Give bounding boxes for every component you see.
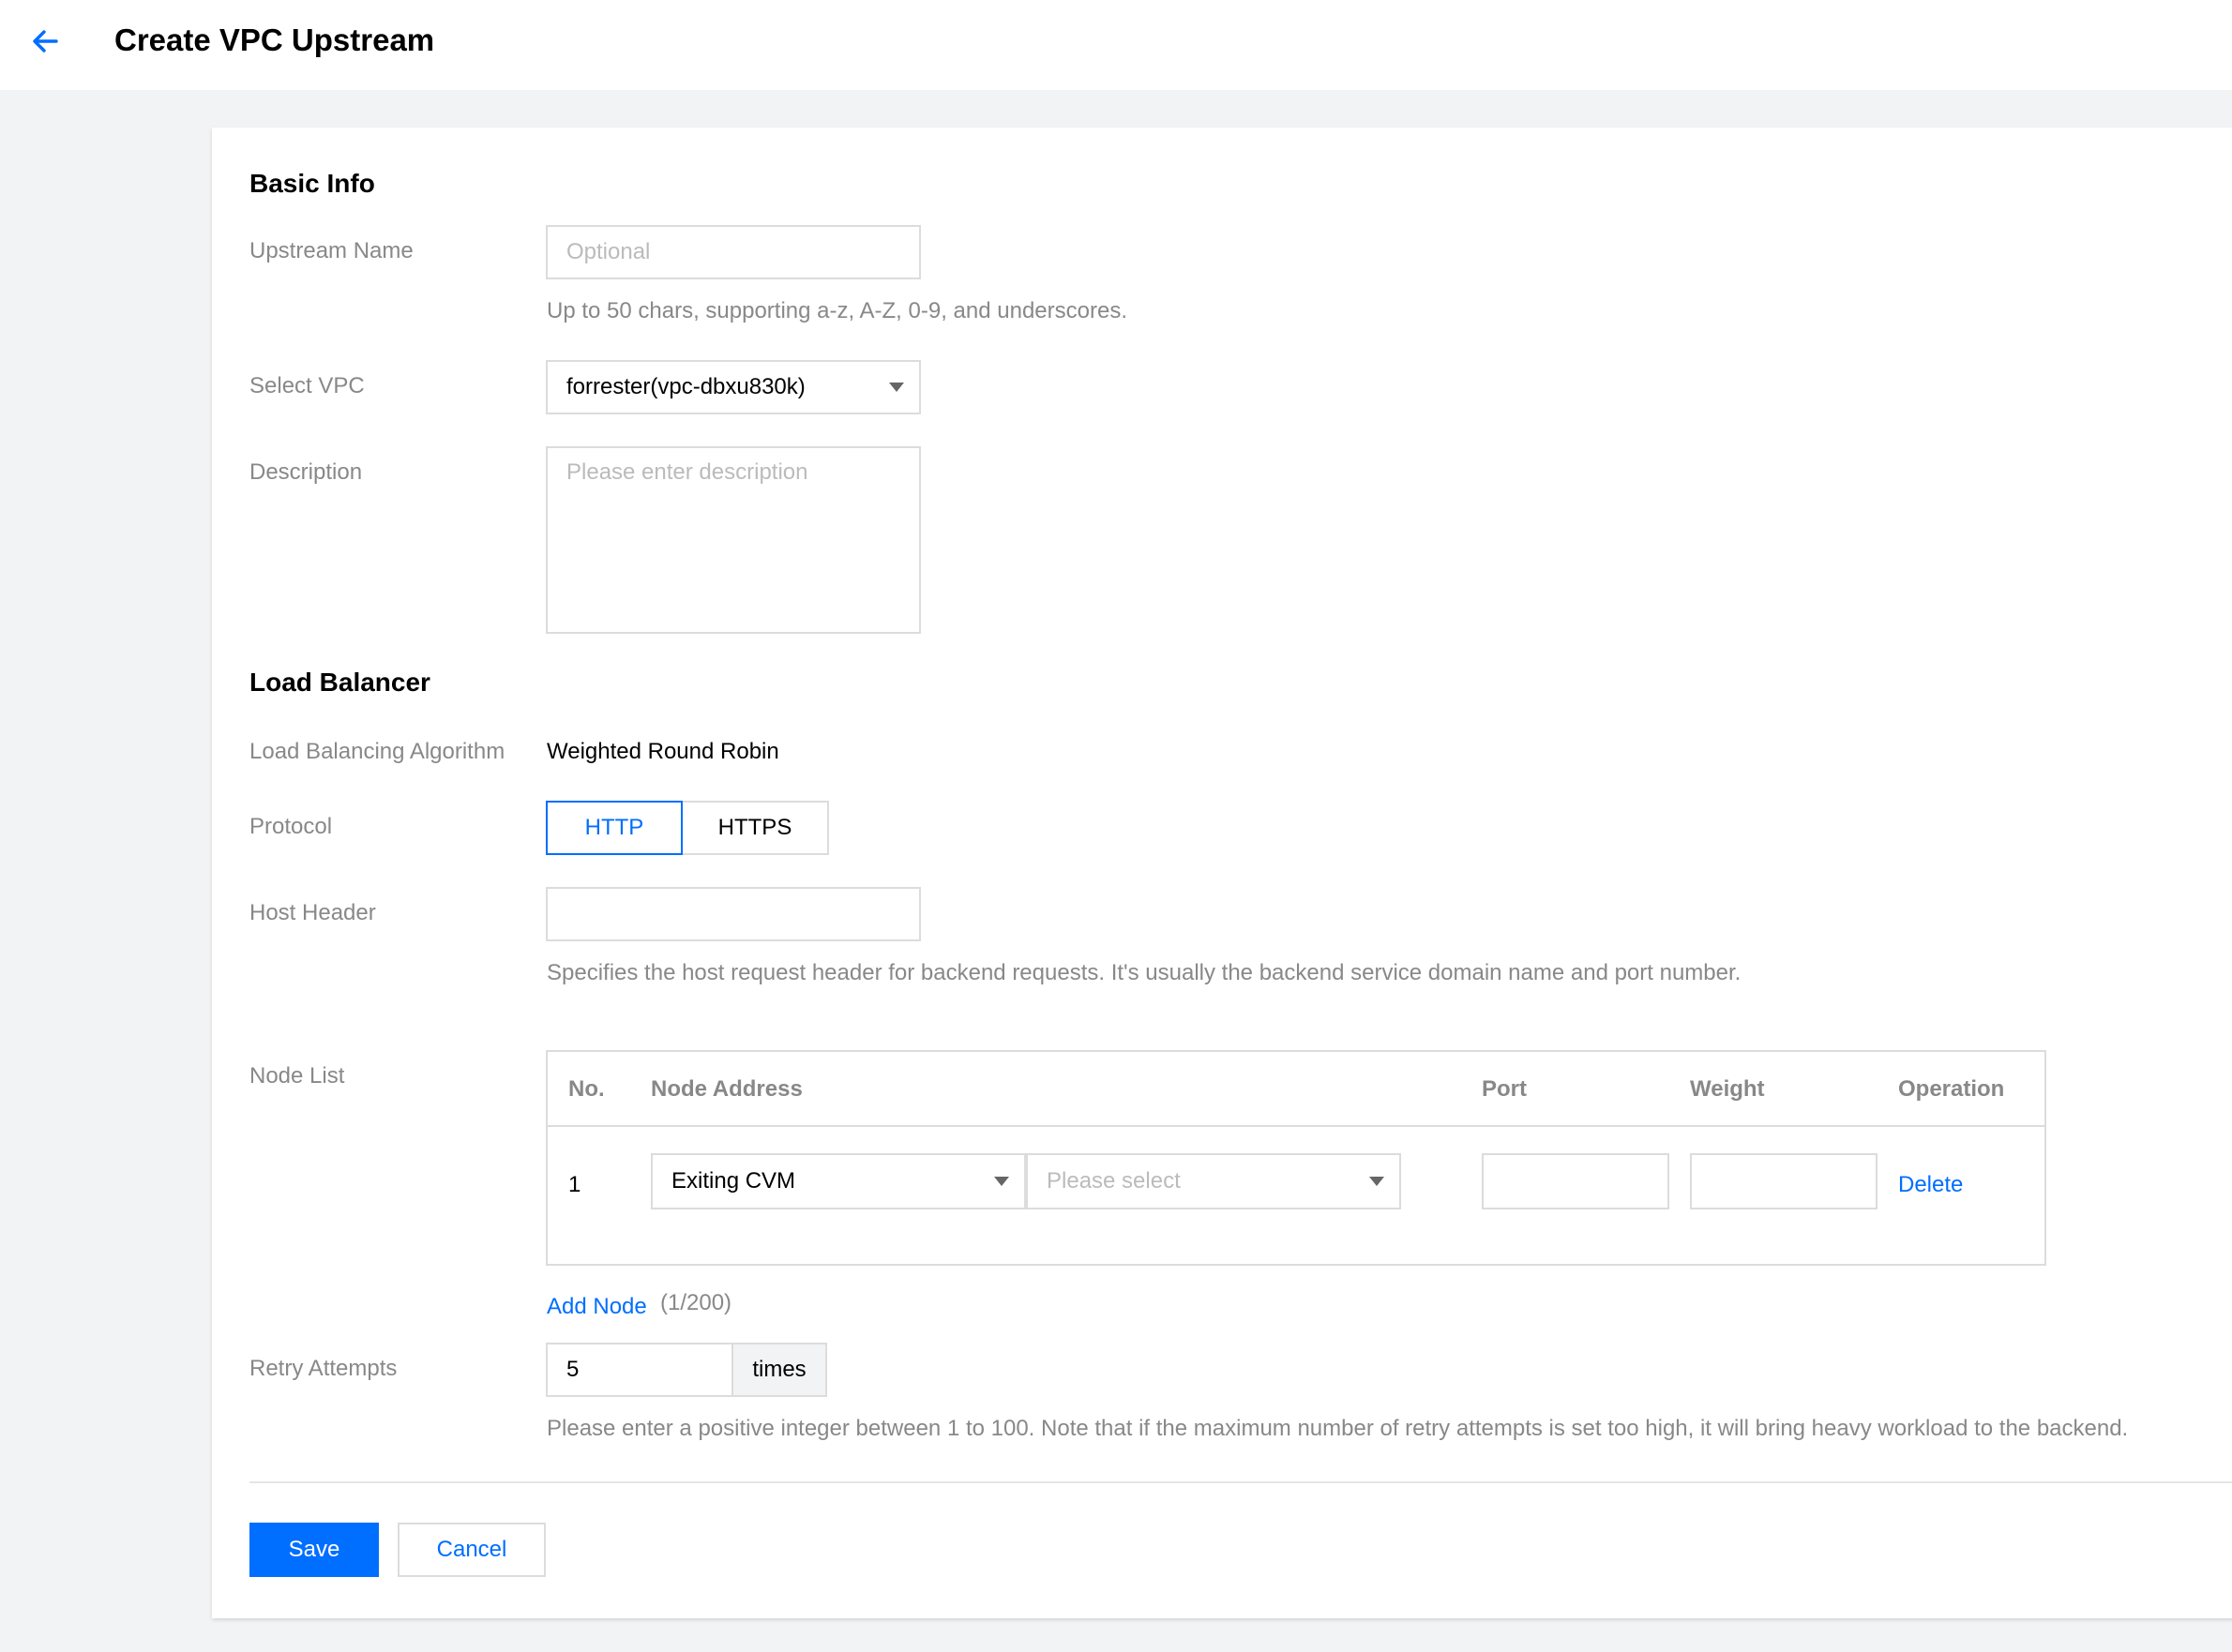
column-header-node-address: Node Address <box>651 1076 803 1102</box>
cancel-button[interactable]: Cancel <box>398 1523 546 1577</box>
protocol-option-http[interactable]: HTTP <box>546 801 683 855</box>
node-instance-placeholder: Please select <box>1047 1168 1181 1194</box>
save-button[interactable]: Save <box>249 1523 379 1577</box>
host-header-input[interactable] <box>546 887 921 941</box>
vpc-select-value: forrester(vpc-dbxu830k) <box>566 374 806 399</box>
port-input[interactable] <box>1482 1153 1669 1209</box>
node-type-value: Exiting CVM <box>671 1168 796 1194</box>
upstream-name-input[interactable] <box>546 225 921 279</box>
column-header-operation: Operation <box>1898 1076 2005 1102</box>
delete-node-link[interactable]: Delete <box>1898 1172 1963 1198</box>
protocol-option-https[interactable]: HTTPS <box>681 801 829 855</box>
protocol-label: Protocol <box>249 814 333 839</box>
node-instance-select[interactable]: Please select <box>1026 1153 1401 1209</box>
host-header-hint: Specifies the host request header for ba… <box>547 960 1742 985</box>
footer-divider <box>249 1481 2232 1483</box>
column-header-port: Port <box>1482 1076 1527 1102</box>
node-count: (1/200) <box>660 1290 732 1315</box>
vpc-select[interactable]: forrester(vpc-dbxu830k) <box>546 360 921 414</box>
upstream-name-hint: Up to 50 chars, supporting a-z, A-Z, 0-9… <box>547 298 1127 323</box>
node-type-select[interactable]: Exiting CVM <box>651 1153 1026 1209</box>
weight-input[interactable] <box>1690 1153 1878 1209</box>
description-textarea[interactable] <box>546 446 921 634</box>
arrow-left-icon[interactable] <box>28 24 62 58</box>
header-bar: Create VPC Upstream <box>0 0 2232 90</box>
caret-down-icon <box>1369 1177 1384 1186</box>
algorithm-value: Weighted Round Robin <box>547 739 779 764</box>
host-header-label: Host Header <box>249 900 376 925</box>
caret-down-icon <box>994 1177 1009 1186</box>
section-title-load-balancer: Load Balancer <box>249 668 430 697</box>
node-list-label: Node List <box>249 1063 345 1089</box>
retry-attempts-unit: times <box>731 1343 827 1397</box>
add-node-link[interactable]: Add Node <box>547 1294 647 1320</box>
form-card: Basic Info Upstream Name Up to 50 chars,… <box>212 128 2232 1618</box>
node-list-table: No. Node Address Port Weight Operation 1… <box>546 1050 2046 1266</box>
caret-down-icon <box>889 383 904 392</box>
retry-attempts-hint: Please enter a positive integer between … <box>547 1416 2129 1441</box>
algorithm-label: Load Balancing Algorithm <box>249 739 505 764</box>
row-number: 1 <box>568 1172 581 1197</box>
column-header-weight: Weight <box>1690 1076 1765 1102</box>
retry-attempts-input[interactable] <box>546 1343 733 1397</box>
table-header-divider <box>548 1125 2044 1127</box>
retry-attempts-label: Retry Attempts <box>249 1356 398 1381</box>
description-label: Description <box>249 459 363 485</box>
select-vpc-label: Select VPC <box>249 373 365 398</box>
upstream-name-label: Upstream Name <box>249 238 414 263</box>
column-header-no: No. <box>568 1076 605 1102</box>
section-title-basic-info: Basic Info <box>249 169 375 198</box>
page-title: Create VPC Upstream <box>114 23 435 57</box>
